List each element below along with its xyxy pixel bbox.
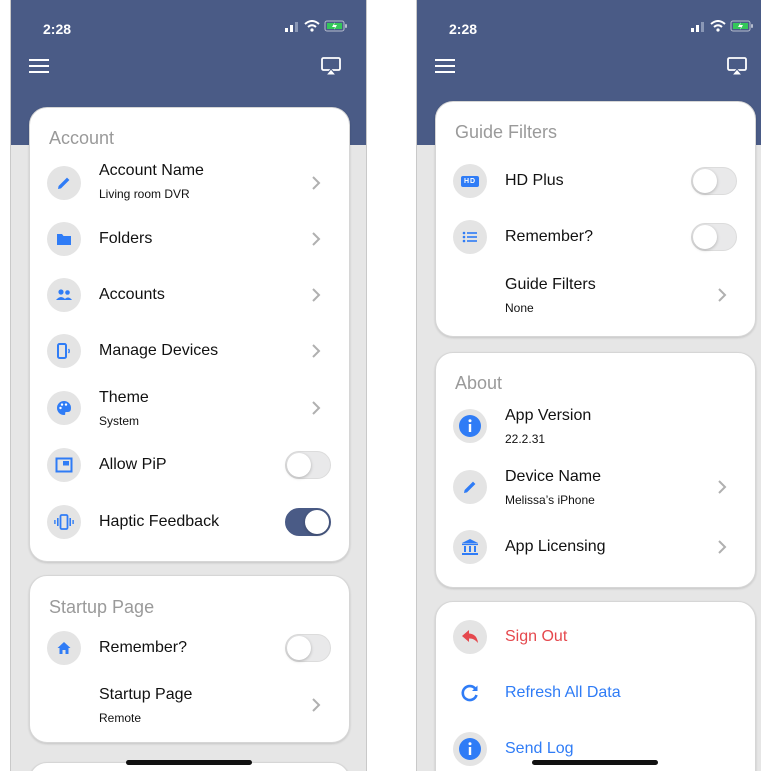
vibrate-icon — [47, 505, 81, 539]
card-title: Account — [49, 128, 115, 148]
signal-icon — [691, 22, 704, 32]
status-icons — [690, 20, 754, 32]
allow-pip-label: Allow PiP — [99, 456, 167, 473]
info-icon — [453, 409, 487, 443]
hd-badge-icon: HD — [453, 164, 487, 198]
pip-icon — [47, 448, 81, 482]
about-card: About App Version 22.2.31 Device Name Me… — [435, 352, 756, 588]
manage-devices-label: Manage Devices — [99, 342, 219, 359]
account-name-value: Living room DVR — [99, 187, 190, 201]
hd-plus-row: HD HD Plus — [436, 156, 755, 206]
haptic-feedback-row: Haptic Feedback — [30, 497, 349, 547]
guide-filters-card: Guide Filters HD HD Plus Remember? Guide… — [435, 101, 756, 337]
theme-label: Theme — [99, 389, 149, 406]
device-name-row[interactable]: Device Name Melissa’s iPhone — [436, 462, 755, 512]
guide-filters-label: Guide Filters — [505, 276, 596, 293]
account-name-row[interactable]: Account Name Living room DVR — [30, 158, 349, 208]
account-name-label: Account Name — [99, 162, 204, 179]
airplay-icon[interactable] — [727, 56, 747, 76]
startup-page-card: Startup Page Remember? Startup Page Remo… — [29, 575, 350, 743]
card-title: Startup Page — [49, 597, 155, 617]
guide-filters-value: None — [505, 301, 534, 315]
haptic-feedback-toggle[interactable] — [285, 508, 331, 536]
status-time: 2:28 — [449, 21, 478, 37]
startup-remember-toggle[interactable] — [285, 634, 331, 662]
chevron-right-icon — [312, 176, 321, 190]
device-icon — [47, 334, 81, 368]
haptic-feedback-label: Haptic Feedback — [99, 513, 220, 530]
pencil-icon — [47, 166, 81, 200]
app-version-row: App Version 22.2.31 — [436, 401, 755, 451]
home-indicator — [125, 760, 252, 765]
manage-devices-row[interactable]: Manage Devices — [30, 326, 349, 376]
refresh-icon — [453, 676, 487, 710]
guide-remember-toggle[interactable] — [691, 223, 737, 251]
app-version-label: App Version — [505, 407, 592, 424]
folders-label: Folders — [99, 230, 153, 247]
signal-icon — [285, 22, 298, 32]
list-icon — [453, 220, 487, 254]
device-name-value: Melissa’s iPhone — [505, 493, 595, 507]
home-icon — [47, 631, 81, 665]
status-time: 2:28 — [43, 21, 72, 37]
chevron-right-icon — [718, 480, 727, 494]
allow-pip-row: Allow PiP — [30, 440, 349, 490]
folders-row[interactable]: Folders — [30, 214, 349, 264]
hd-plus-label: HD Plus — [505, 172, 564, 189]
send-log-label: Send Log — [505, 740, 574, 757]
info-icon — [453, 732, 487, 766]
app-licensing-label: App Licensing — [505, 538, 606, 555]
hd-badge: HD — [460, 175, 480, 187]
battery-charging-icon — [730, 20, 753, 32]
accounts-row[interactable]: Accounts — [30, 270, 349, 320]
startup-remember-row: Remember? — [30, 623, 349, 673]
guide-remember-label: Remember? — [505, 228, 594, 245]
app-version-value: 22.2.31 — [505, 432, 546, 446]
hamburger-menu-icon[interactable] — [29, 58, 49, 74]
hamburger-menu-icon[interactable] — [435, 58, 455, 74]
phone-screen-right: 2:28 Guide Filters HD HD Plus Remember? … — [416, 0, 761, 771]
startup-page-row[interactable]: Startup Page Remote — [30, 680, 349, 730]
app-licensing-row[interactable]: App Licensing — [436, 522, 755, 572]
hd-plus-toggle[interactable] — [691, 167, 737, 195]
accounts-label: Accounts — [99, 286, 165, 303]
refresh-label: Refresh All Data — [505, 684, 621, 701]
refresh-row[interactable]: Refresh All Data — [436, 668, 755, 718]
allow-pip-toggle[interactable] — [285, 451, 331, 479]
chevron-right-icon — [718, 288, 727, 302]
bank-icon — [453, 530, 487, 564]
chevron-right-icon — [312, 401, 321, 415]
pencil-icon — [453, 470, 487, 504]
chevron-right-icon — [718, 540, 727, 554]
theme-value: System — [99, 414, 140, 428]
people-icon — [47, 278, 81, 312]
device-name-label: Device Name — [505, 468, 602, 485]
chevron-right-icon — [312, 698, 321, 712]
startup-page-label: Startup Page — [99, 686, 193, 703]
palette-icon — [47, 391, 81, 425]
status-icons — [284, 20, 348, 32]
chevron-right-icon — [312, 232, 321, 246]
startup-remember-label: Remember? — [99, 639, 188, 656]
phone-screen-left: 2:28 Account Account Name Living room DV… — [10, 0, 367, 771]
chevron-right-icon — [312, 288, 321, 302]
reply-arrow-icon — [453, 620, 487, 654]
sign-out-label: Sign Out — [505, 628, 568, 645]
card-title: Guide Filters — [455, 122, 558, 142]
guide-filters-row[interactable]: Guide Filters None — [436, 270, 755, 320]
folder-icon — [47, 222, 81, 256]
airplay-icon[interactable] — [321, 56, 341, 76]
guide-remember-row: Remember? — [436, 212, 755, 262]
wifi-icon — [710, 20, 726, 32]
battery-charging-icon — [324, 20, 347, 32]
startup-page-value: Remote — [99, 711, 142, 725]
card-title: About — [455, 373, 503, 393]
chevron-right-icon — [312, 344, 321, 358]
sign-out-row[interactable]: Sign Out — [436, 612, 755, 662]
home-indicator — [531, 760, 658, 765]
theme-row[interactable]: Theme System — [30, 383, 349, 433]
wifi-icon — [304, 20, 320, 32]
account-card: Account Account Name Living room DVR Fol… — [29, 107, 350, 562]
actions-card: Sign Out Refresh All Data Send Log — [435, 601, 756, 771]
